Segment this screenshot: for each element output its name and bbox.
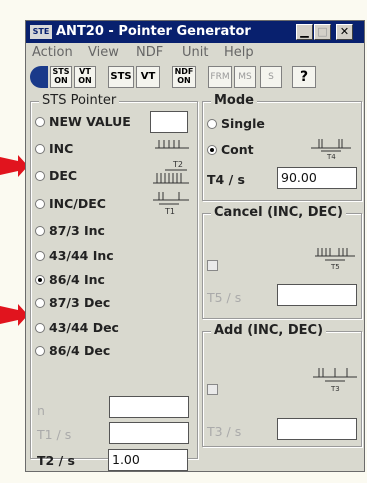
radio-dot [35, 251, 45, 261]
n-input[interactable] [109, 396, 189, 418]
t3-diagram-icon: T3 [313, 368, 357, 393]
radio-dot [35, 298, 45, 308]
vt-button[interactable]: VT [136, 66, 160, 88]
t2-diagram-label: T2 [172, 160, 183, 169]
menu-view[interactable]: View [88, 45, 119, 60]
help-button[interactable]: ? [292, 66, 316, 88]
radio-87-3-inc[interactable]: 87/3 Inc [35, 223, 105, 238]
radio-dot [35, 226, 45, 236]
radio-inc[interactable]: INC [35, 141, 73, 156]
t4-input[interactable]: 90.00 [277, 167, 357, 189]
t2-input[interactable]: 1.00 [108, 449, 188, 471]
t4-diagram-icon: T4 [311, 139, 351, 160]
window-title: ANT20 - Pointer Generator [56, 24, 251, 39]
t4-diagram-label: T4 [326, 153, 336, 160]
t5-label: T5 / s [207, 290, 242, 305]
radio-dot-selected [207, 145, 217, 155]
t4-label: T4 / s [207, 172, 245, 187]
t3-input[interactable] [277, 418, 357, 440]
t2-label: T2 / s [37, 453, 75, 468]
radio-87-3-dec[interactable]: 87/3 Dec [35, 295, 110, 310]
minimize-button[interactable]: ▁ [296, 24, 313, 40]
radio-dec[interactable]: DEC [35, 168, 77, 183]
add-checkbox[interactable] [207, 384, 218, 395]
radio-dot-selected [35, 275, 45, 285]
pointer-generator-window: STE ANT20 - Pointer Generator ▁ □ ✕ Acti… [25, 20, 365, 472]
radio-86-4-dec[interactable]: 86/4 Dec [35, 343, 110, 358]
radio-43-44-dec[interactable]: 43/44 Dec [35, 320, 119, 335]
logo-icon [30, 66, 48, 88]
cancel-checkbox[interactable] [207, 260, 218, 271]
t5-input[interactable] [277, 284, 357, 306]
radio-dot [35, 117, 45, 127]
mode-group: Mode Single Cont T4 T4 / s 90.00 [202, 93, 362, 201]
menu-unit[interactable]: Unit [182, 45, 208, 60]
menu-ndf[interactable]: NDF [136, 45, 163, 60]
inc-dec-diagram-icon: T1 [153, 192, 189, 216]
radio-86-4-inc[interactable]: 86/4 Inc [35, 272, 105, 287]
inc-diagram-icon [155, 140, 189, 149]
maximize-button[interactable]: □ [314, 24, 331, 40]
sts-pointer-group: STS Pointer NEW VALUE INC DEC T2 INC/DEC [30, 93, 198, 468]
t1-diagram-label: T1 [164, 207, 175, 216]
t5-diagram-icon: T5 [315, 248, 355, 271]
toolbar: STS ON VT ON STS VT NDF ON FRM MS S ? [26, 63, 364, 93]
app-icon: STE [30, 25, 52, 39]
radio-inc-dec[interactable]: INC/DEC [35, 196, 106, 211]
ndf-on-button[interactable]: NDF ON [172, 66, 196, 88]
close-button[interactable]: ✕ [336, 24, 353, 40]
radio-dot [35, 171, 45, 181]
radio-cont[interactable]: Cont [207, 142, 254, 157]
radio-single[interactable]: Single [207, 116, 265, 131]
t1-input[interactable] [109, 422, 189, 444]
radio-43-44-inc[interactable]: 43/44 Inc [35, 248, 114, 263]
menu-bar: Action View NDF Unit Help [26, 43, 364, 63]
n-label: n [37, 403, 45, 418]
add-group: Add (INC, DEC) T3 T3 / s [202, 323, 362, 447]
vt-on-button[interactable]: VT ON [74, 66, 96, 88]
mode-title: Mode [211, 93, 257, 108]
frm-button[interactable]: FRM [208, 66, 232, 88]
title-bar[interactable]: STE ANT20 - Pointer Generator ▁ □ ✕ [26, 21, 364, 43]
s-button[interactable]: S [260, 66, 282, 88]
sts-on-button[interactable]: STS ON [50, 66, 72, 88]
radio-dot [207, 119, 217, 129]
cancel-group: Cancel (INC, DEC) T5 T5 / s [202, 205, 362, 319]
sts-button[interactable]: STS [108, 66, 134, 88]
add-title: Add (INC, DEC) [211, 323, 327, 338]
t3-label: T3 / s [207, 424, 242, 439]
sts-pointer-title: STS Pointer [39, 93, 120, 108]
menu-action[interactable]: Action [32, 45, 73, 60]
t1-label: T1 / s [37, 427, 72, 442]
dec-diagram-icon: T2 [153, 160, 189, 184]
radio-dot [35, 323, 45, 333]
menu-help[interactable]: Help [224, 45, 254, 60]
ms-button[interactable]: MS [234, 66, 256, 88]
cancel-title: Cancel (INC, DEC) [211, 205, 346, 220]
radio-new-value[interactable]: NEW VALUE [35, 114, 131, 129]
radio-dot [35, 144, 45, 154]
new-value-input[interactable] [150, 111, 188, 133]
t3-diagram-label: T3 [330, 385, 340, 393]
t5-diagram-label: T5 [330, 263, 340, 271]
radio-dot [35, 199, 45, 209]
radio-dot [35, 346, 45, 356]
